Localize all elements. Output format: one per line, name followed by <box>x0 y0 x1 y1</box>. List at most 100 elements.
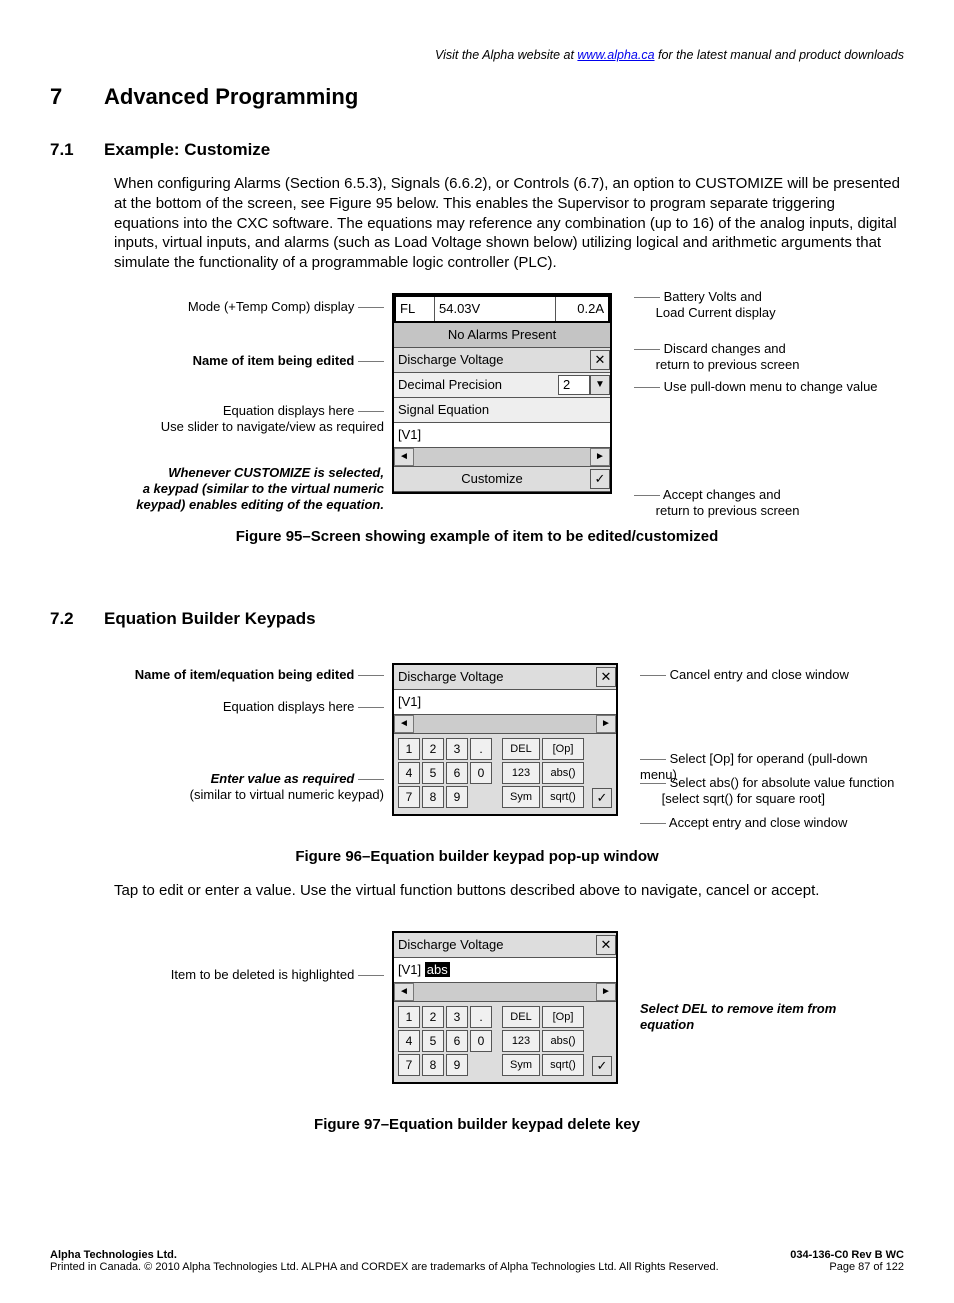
key-5[interactable]: 5 <box>422 1030 444 1052</box>
key-123[interactable]: 123 <box>502 762 540 784</box>
key-op[interactable]: [Op] <box>542 738 584 760</box>
figure-95-caption: Figure 95–Screen showing example of item… <box>50 528 904 545</box>
keypad-equation[interactable]: [V1] abs <box>394 962 454 977</box>
chapter-heading: 7Advanced Programming <box>50 84 904 110</box>
key-abs[interactable]: abs() <box>542 1030 584 1052</box>
scroll-right-icon[interactable]: ► <box>590 448 610 466</box>
key-4[interactable]: 4 <box>398 1030 420 1052</box>
fig95-ann-eq1: Equation displays here <box>223 403 355 418</box>
numeric-keypad: 1 2 3 . 4 5 6 0 7 8 9 <box>398 738 492 808</box>
footer-company: Alpha Technologies Ltd. <box>50 1249 177 1261</box>
key-7[interactable]: 7 <box>398 786 420 808</box>
key-sym[interactable]: Sym <box>502 786 540 808</box>
figure-95: Mode (+Temp Comp) display —— Name of ite… <box>114 293 904 518</box>
fig97-screen: Discharge Voltage ✕ [V1] abs ◄ ► 1 2 3 .… <box>392 931 618 1084</box>
fig95-ann-eq2: Use slider to navigate/view as required <box>161 419 384 434</box>
fig95-r4b: return to previous screen <box>656 503 800 518</box>
scroll-right-icon[interactable]: ► <box>596 983 616 1001</box>
fig96-l1: Name of item/equation being edited <box>135 667 355 682</box>
header-note: Visit the Alpha website at www.alpha.ca … <box>50 48 904 62</box>
footer-pagenum: Page 87 of 122 <box>829 1261 904 1273</box>
scroll-left-icon[interactable]: ◄ <box>394 983 414 1001</box>
key-5[interactable]: 5 <box>422 762 444 784</box>
fig95-r1a: Battery Volts and <box>664 289 762 304</box>
key-del[interactable]: DEL <box>502 738 540 760</box>
key-8[interactable]: 8 <box>422 1054 444 1076</box>
scroll-track[interactable] <box>414 448 590 466</box>
key-1[interactable]: 1 <box>398 738 420 760</box>
key-9[interactable]: 9 <box>446 1054 468 1076</box>
function-keys: DEL [Op] 123 abs() Sym sqrt() <box>502 1006 584 1076</box>
fig95-ann-mode: Mode (+Temp Comp) display <box>188 299 355 314</box>
fig97-r1a: Select DEL to remove item from <box>640 1001 836 1016</box>
key-dot[interactable]: . <box>470 738 492 760</box>
fig95-ann-name: Name of item being edited <box>193 353 355 368</box>
fig96-r1: Cancel entry and close window <box>670 667 849 682</box>
fig95-ann-k1: Whenever CUSTOMIZE is selected, <box>168 465 384 480</box>
key-4[interactable]: 4 <box>398 762 420 784</box>
key-1[interactable]: 1 <box>398 1006 420 1028</box>
fig95-ann-k2: a keypad (similar to the virtual numeric <box>143 481 384 496</box>
fig96-r4: Accept entry and close window <box>669 815 847 830</box>
key-0[interactable]: 0 <box>470 762 492 784</box>
accept-icon[interactable]: ✓ <box>592 1056 612 1076</box>
equation-field[interactable]: [V1] <box>394 427 425 442</box>
decimal-precision-value[interactable]: 2 <box>558 375 590 395</box>
keypad-equation[interactable]: [V1] <box>394 694 425 709</box>
header-prefix: Visit the Alpha website at <box>435 48 577 62</box>
customize-button[interactable]: Customize <box>394 471 590 486</box>
fig96-l3b: (similar to virtual numeric keypad) <box>190 787 384 802</box>
header-suffix: for the latest manual and product downlo… <box>655 48 904 62</box>
scroll-left-icon[interactable]: ◄ <box>394 715 414 733</box>
key-dot[interactable]: . <box>470 1006 492 1028</box>
alarm-status: No Alarms Present <box>394 327 610 342</box>
dropdown-icon[interactable]: ▼ <box>590 375 610 395</box>
accept-icon[interactable]: ✓ <box>592 788 612 808</box>
fig95-screen: FL 54.03V 0.2A No Alarms Present Dischar… <box>392 293 612 494</box>
key-abs[interactable]: abs() <box>542 762 584 784</box>
close-icon[interactable]: ✕ <box>590 350 610 370</box>
key-123[interactable]: 123 <box>502 1030 540 1052</box>
scroll-right-icon[interactable]: ► <box>596 715 616 733</box>
key-6[interactable]: 6 <box>446 762 468 784</box>
key-2[interactable]: 2 <box>422 738 444 760</box>
fig95-r3: Use pull-down menu to change value <box>664 379 878 394</box>
scroll-track[interactable] <box>414 715 596 733</box>
chapter-number: 7 <box>50 84 104 110</box>
accept-icon[interactable]: ✓ <box>590 469 610 489</box>
footer-copyright: Printed in Canada. © 2010 Alpha Technolo… <box>50 1261 719 1273</box>
header-link[interactable]: www.alpha.ca <box>577 48 654 62</box>
scroll-left-icon[interactable]: ◄ <box>394 448 414 466</box>
fig95-r2a: Discard changes and <box>664 341 786 356</box>
fig96-r3b: [select sqrt() for square root] <box>662 791 825 806</box>
numeric-keypad: 1 2 3 . 4 5 6 0 7 8 9 <box>398 1006 492 1076</box>
figure-97: Item to be deleted is highlighted —— Dis… <box>114 931 904 1106</box>
fig97-r1b: equation <box>640 1017 694 1032</box>
section-7-2-heading: 7.2Equation Builder Keypads <box>50 609 904 629</box>
key-3[interactable]: 3 <box>446 1006 468 1028</box>
keypad-title: Discharge Voltage <box>394 937 596 952</box>
current-display: 0.2A <box>556 301 608 316</box>
key-3[interactable]: 3 <box>446 738 468 760</box>
key-sqrt[interactable]: sqrt() <box>542 786 584 808</box>
key-0[interactable]: 0 <box>470 1030 492 1052</box>
key-6[interactable]: 6 <box>446 1030 468 1052</box>
close-icon[interactable]: ✕ <box>596 667 616 687</box>
key-op[interactable]: [Op] <box>542 1006 584 1028</box>
key-9[interactable]: 9 <box>446 786 468 808</box>
decimal-precision-label: Decimal Precision <box>394 377 558 392</box>
key-2[interactable]: 2 <box>422 1006 444 1028</box>
scroll-track[interactable] <box>414 983 596 1001</box>
footer-docnum: 034-136-C0 Rev B WC <box>790 1249 904 1261</box>
fig95-ann-k3: keypad) enables editing of the equation. <box>136 497 384 512</box>
key-sqrt[interactable]: sqrt() <box>542 1054 584 1076</box>
fig95-r1b: Load Current display <box>656 305 776 320</box>
key-del[interactable]: DEL <box>502 1006 540 1028</box>
chapter-title: Advanced Programming <box>104 84 358 109</box>
key-8[interactable]: 8 <box>422 786 444 808</box>
keypad-title: Discharge Voltage <box>394 669 596 684</box>
close-icon[interactable]: ✕ <box>596 935 616 955</box>
key-sym[interactable]: Sym <box>502 1054 540 1076</box>
figure-96: Name of item/equation being edited —— Eq… <box>114 663 904 838</box>
key-7[interactable]: 7 <box>398 1054 420 1076</box>
